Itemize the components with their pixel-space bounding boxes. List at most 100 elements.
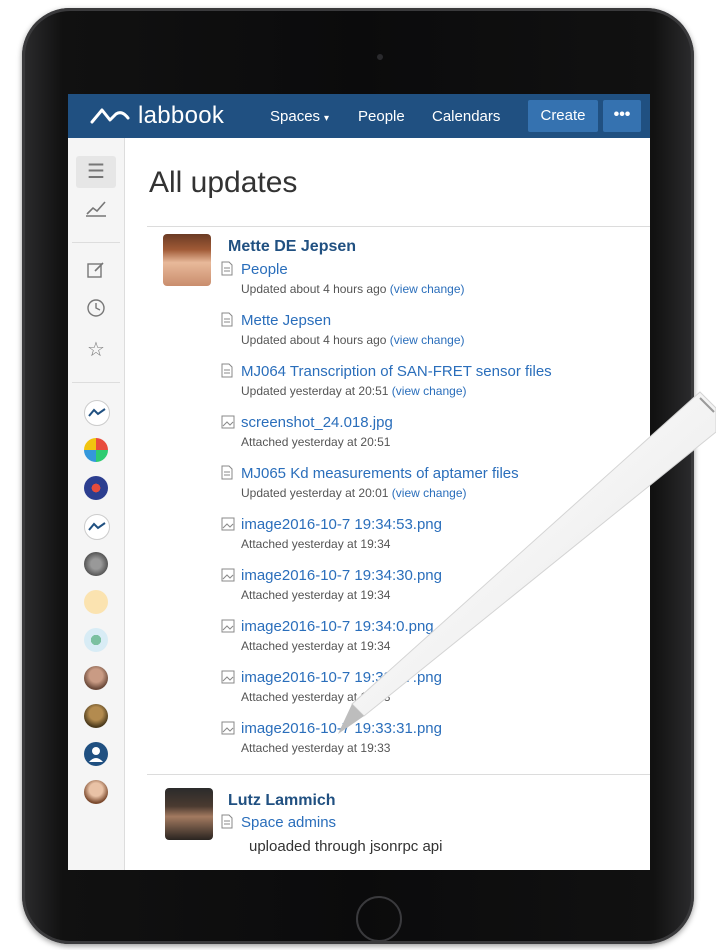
view-change-link[interactable]: (view change) — [390, 333, 465, 347]
top-navigation: labbook Spaces ▾ People Calendars Create … — [68, 94, 650, 138]
brand-name[interactable]: labbook — [138, 102, 224, 130]
nav-spaces[interactable]: Spaces ▾ — [270, 108, 329, 125]
update-user-name[interactable]: Mette DE Jepsen — [228, 238, 356, 256]
view-change-link[interactable]: (view change) — [390, 282, 465, 296]
update-item-time: Updated about 4 hours ago — [241, 282, 387, 296]
update-item-time: Attached yesterday at 20:51 — [241, 435, 391, 449]
page-icon — [221, 363, 235, 379]
update-item-title-text: Mette Jepsen — [241, 312, 332, 329]
update-item-time: Updated yesterday at 20:51 — [241, 384, 389, 398]
update-item-time: Updated about 4 hours ago — [241, 333, 387, 347]
update-item-time: Attached yesterday at 19:34 — [241, 588, 391, 602]
update-item-title[interactable]: image2016-10-7 19:33:31.png — [221, 720, 650, 737]
update-item: image2016-10-7 19:33:31.png Attached yes… — [221, 720, 650, 755]
update-user-name[interactable]: Lutz Lammich — [228, 792, 336, 810]
more-button[interactable]: ••• — [603, 100, 641, 132]
user-avatar[interactable] — [84, 704, 108, 728]
labbook-logo-icon[interactable] — [90, 106, 130, 126]
update-item: image2016-10-7 19:33:47.png Attached yes… — [221, 669, 650, 704]
user-avatar[interactable] — [84, 780, 108, 804]
update-note: uploaded through jsonrpc api — [249, 838, 443, 855]
user-avatar-photo[interactable] — [165, 788, 213, 840]
update-item-title[interactable]: image2016-10-7 19:34:53.png — [221, 516, 650, 533]
image-icon — [221, 721, 235, 737]
update-item-title[interactable]: image2016-10-7 19:34:30.png — [221, 567, 650, 584]
group-divider — [147, 774, 650, 775]
update-item-title[interactable]: screenshot_24.018.jpg — [221, 414, 650, 431]
image-icon — [221, 619, 235, 635]
update-item: screenshot_24.018.jpg Attached yesterday… — [221, 414, 650, 449]
update-item-title-text: image2016-10-7 19:34:53.png — [241, 516, 442, 533]
update-item-title-text: Space admins — [241, 814, 337, 831]
update-item-title-text: screenshot_24.018.jpg — [241, 414, 393, 431]
space-avatar[interactable] — [84, 438, 108, 462]
page-title: All updates — [149, 166, 298, 199]
user-avatar-photo[interactable] — [163, 234, 211, 286]
space-avatar[interactable] — [84, 552, 108, 576]
image-icon — [221, 415, 235, 431]
page-icon — [221, 261, 235, 277]
space-avatar-labbook[interactable] — [84, 400, 110, 426]
title-divider — [147, 226, 650, 227]
update-item-title-text: MJ064 Transcription of SAN-FRET sensor f… — [241, 363, 552, 380]
update-item: MJ065 Kd measurements of aptamer files U… — [221, 465, 650, 500]
nav-people[interactable]: People — [358, 108, 405, 125]
app-screen: labbook Spaces ▾ People Calendars Create … — [68, 94, 650, 870]
edit-icon[interactable] — [82, 260, 110, 288]
space-avatar[interactable] — [84, 476, 108, 500]
nav-calendars[interactable]: Calendars — [432, 108, 500, 125]
sidebar: ☰ ☆ — [68, 138, 125, 870]
update-item-meta: Attached yesterday at 19:33 — [241, 690, 650, 704]
update-item-title[interactable]: Mette Jepsen — [221, 312, 650, 329]
update-item-title[interactable]: People — [221, 261, 650, 278]
image-icon — [221, 568, 235, 584]
sidebar-divider — [72, 382, 120, 383]
update-item-title-text: People — [241, 261, 288, 278]
update-item-meta: Attached yesterday at 19:34 — [241, 639, 650, 653]
update-item: People Updated about 4 hours ago (view c… — [221, 261, 650, 296]
update-item: image2016-10-7 19:34:30.png Attached yes… — [221, 567, 650, 602]
update-item: image2016-10-7 19:34:53.png Attached yes… — [221, 516, 650, 551]
update-item-meta: Updated yesterday at 20:01 (view change) — [241, 486, 650, 500]
update-item-meta: Updated yesterday at 20:51 (view change) — [241, 384, 650, 398]
page-icon — [221, 465, 235, 481]
home-button[interactable] — [356, 896, 402, 942]
update-item-meta: Attached yesterday at 19:34 — [241, 537, 650, 551]
view-change-link[interactable]: (view change) — [392, 384, 467, 398]
view-change-link[interactable]: (view change) — [392, 486, 467, 500]
main-content: All updates Mette DE Jepsen People Updat… — [125, 138, 650, 870]
space-avatar[interactable] — [84, 628, 108, 652]
list-view-icon[interactable]: ☰ — [82, 158, 110, 186]
update-item-meta: Updated about 4 hours ago (view change) — [241, 333, 650, 347]
update-item-title-text: image2016-10-7 19:34:0.png — [241, 618, 434, 635]
update-item-title[interactable]: image2016-10-7 19:33:47.png — [221, 669, 650, 686]
update-item-title[interactable]: MJ065 Kd measurements of aptamer files — [221, 465, 650, 482]
default-user-avatar-icon[interactable] — [84, 742, 108, 766]
update-item-time: Attached yesterday at 19:34 — [241, 537, 391, 551]
image-icon — [221, 517, 235, 533]
chevron-down-icon: ▾ — [324, 113, 330, 124]
update-item-time: Updated yesterday at 20:01 — [241, 486, 389, 500]
user-avatar[interactable] — [84, 666, 108, 690]
image-icon — [221, 670, 235, 686]
update-item: image2016-10-7 19:34:0.png Attached yest… — [221, 618, 650, 653]
update-item-title[interactable]: image2016-10-7 19:34:0.png — [221, 618, 650, 635]
activity-chart-icon[interactable] — [82, 198, 110, 226]
create-button[interactable]: Create — [528, 100, 598, 132]
update-item-meta: Attached yesterday at 19:33 — [241, 741, 650, 755]
update-item-title-text: image2016-10-7 19:34:30.png — [241, 567, 442, 584]
space-avatar[interactable] — [84, 590, 108, 614]
space-avatar[interactable] — [84, 514, 110, 540]
star-icon[interactable]: ☆ — [82, 336, 110, 364]
update-item-time: Attached yesterday at 19:33 — [241, 741, 391, 755]
update-item-meta: Attached yesterday at 20:51 — [241, 435, 650, 449]
camera-dot — [377, 54, 383, 60]
update-item-title[interactable]: MJ064 Transcription of SAN-FRET sensor f… — [221, 363, 650, 380]
clock-icon[interactable] — [82, 298, 110, 326]
update-item: Space admins — [221, 814, 650, 831]
update-item-meta: Updated about 4 hours ago (view change) — [241, 282, 650, 296]
update-item-title-text: MJ065 Kd measurements of aptamer files — [241, 465, 519, 482]
update-item-title-text: image2016-10-7 19:33:31.png — [241, 720, 442, 737]
nav-spaces-label: Spaces — [270, 108, 321, 125]
update-item-title[interactable]: Space admins — [221, 814, 650, 831]
